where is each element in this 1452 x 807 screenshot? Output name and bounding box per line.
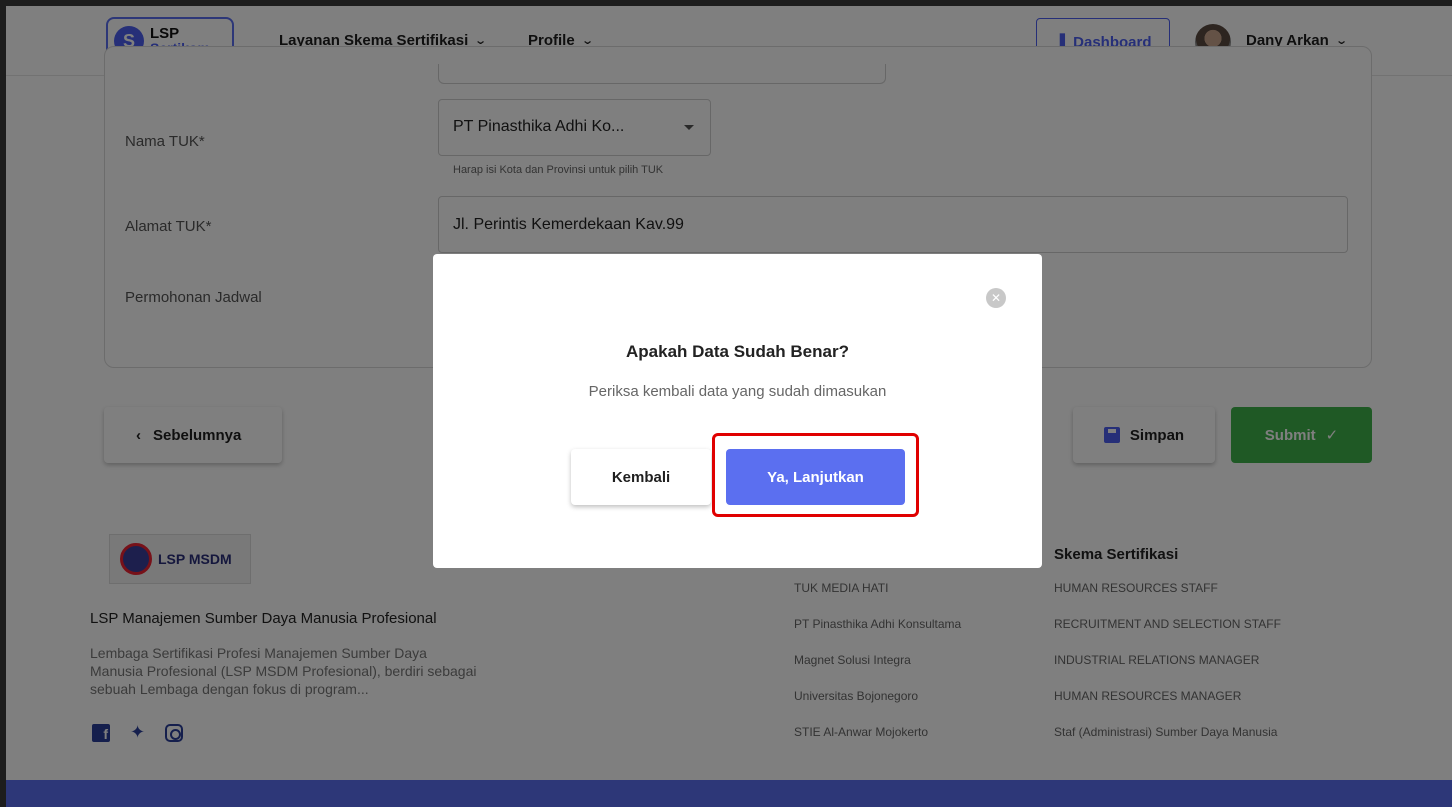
highlight-box: [712, 433, 919, 517]
dialog-title: Apakah Data Sudah Benar?: [626, 342, 849, 361]
back-button[interactable]: Kembali: [571, 449, 711, 505]
dialog-subtitle: Periksa kembali data yang sudah dimasuka…: [588, 383, 887, 400]
close-icon[interactable]: ✕: [986, 288, 1006, 308]
confirm-dialog: ✕ Apakah Data Sudah Benar? Periksa kemba…: [433, 254, 1042, 568]
